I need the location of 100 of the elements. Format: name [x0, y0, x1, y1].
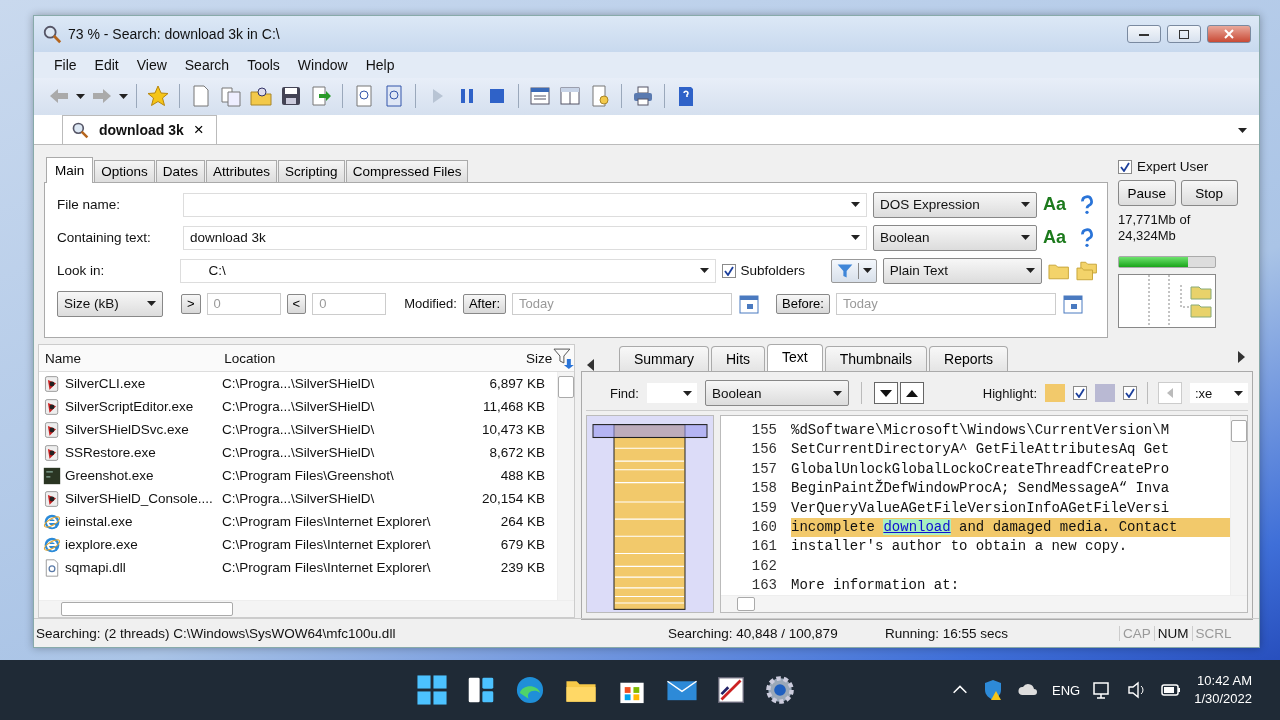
column-header[interactable]: Size [457, 350, 553, 366]
size-cell-text: 239 KB [499, 560, 545, 576]
checkbox[interactable] [1118, 159, 1132, 174]
menu-item[interactable]: Window [289, 55, 356, 76]
key-indicator: CAP [1119, 625, 1154, 641]
mode-dropdown[interactable]: DOS Expression [873, 191, 1037, 218]
scroll-left-icon[interactable] [587, 359, 595, 372]
calendar-icon[interactable] [738, 292, 760, 315]
criteria-tab[interactable]: Compressed Files [345, 160, 469, 183]
document-tab[interactable]: download 3k × [62, 115, 217, 145]
column-header[interactable]: Location [218, 350, 458, 366]
find-dropdown[interactable] [646, 383, 697, 404]
maximize-icon [1179, 29, 1189, 39]
menu-item[interactable]: Help [357, 55, 403, 76]
size-dropdown[interactable]: Size (kB) [57, 290, 163, 317]
greater-than-button[interactable]: > [181, 293, 201, 314]
text-line: BeginPaintŽDefWindowProcA; SendMessageA“ Inva [791, 478, 1171, 498]
criteria-tab[interactable]: Main [46, 157, 94, 184]
start-icon[interactable] [416, 674, 448, 706]
checkbox[interactable] [1123, 386, 1137, 401]
scrollbar[interactable] [721, 594, 1247, 612]
left-arrow-icon [1167, 388, 1173, 399]
checkbox[interactable] [1073, 386, 1087, 401]
size-cell-text: 20,154 KB [480, 491, 545, 507]
criteria-tab[interactable]: Scripting [278, 160, 345, 183]
key-indicator: SCRL [1191, 625, 1235, 641]
view-tab[interactable]: Summary [619, 346, 709, 372]
column-header[interactable]: Name [39, 350, 219, 366]
view-tab[interactable]: Text [767, 344, 823, 372]
type-dropdown[interactable]: Plain Text [882, 257, 1043, 284]
status-text: Searching: (2 threads) C:\Windows\SysWOW64\mfc100u.dll [35, 625, 397, 641]
text-line: GlobalUnlockGlobalLockoCreateThreadfCreatePro [791, 459, 1171, 479]
mode-dropdown[interactable]: Boolean [704, 380, 849, 407]
menu-item[interactable]: Edit [86, 55, 127, 76]
close-button[interactable] [1207, 25, 1251, 44]
color-swatch[interactable] [1095, 384, 1115, 403]
before-button[interactable]: Before: [776, 293, 830, 314]
minimize-button[interactable] [1127, 25, 1161, 44]
size-cell-text: 6,897 KB [488, 376, 545, 392]
extension-dropdown[interactable]: :xe [1190, 383, 1248, 404]
clock-time[interactable]: 10:42 AM [1197, 672, 1252, 690]
scrollbar[interactable] [39, 600, 574, 618]
text-field[interactable] [183, 192, 867, 217]
menu-item[interactable]: File [46, 55, 85, 76]
text-field[interactable]: download 3k [183, 225, 867, 250]
line-number: 160 [750, 519, 778, 536]
menu-item[interactable]: View [128, 55, 175, 76]
text-field[interactable]: C:\ [179, 258, 716, 283]
text-line: More information at: [791, 576, 961, 595]
status-text: Searching: 40,848 / 100,879 [667, 625, 839, 641]
location-cell-text: C:\Program Files\Internet Explorer\ [221, 560, 432, 576]
shield-app-icon [43, 489, 61, 508]
view-tab[interactable]: Reports [929, 346, 1009, 372]
date-field[interactable]: Today [835, 292, 1056, 315]
match-case-toggle[interactable]: Aa [1043, 227, 1071, 249]
scrollbar[interactable] [1230, 416, 1247, 595]
after-button[interactable]: After: [462, 293, 506, 314]
view-tab[interactable]: Thumbnails [824, 346, 928, 372]
criteria-tab[interactable]: Options [94, 160, 155, 183]
field-label: Modified: [404, 296, 457, 312]
color-swatch[interactable] [1045, 384, 1065, 403]
less-than-button[interactable]: < [286, 293, 307, 314]
line-number: 163 [750, 577, 778, 594]
menu-item[interactable]: Tools [239, 55, 288, 76]
file-name-cell: SilverCLI.exe [65, 376, 146, 392]
date-field[interactable]: Today [512, 292, 732, 315]
menu-item[interactable]: Search [176, 55, 238, 76]
shield-app-icon [43, 443, 61, 462]
next-hit-button[interactable] [873, 382, 898, 405]
maximize-button[interactable] [1167, 25, 1201, 44]
browser-wave-icon[interactable] [514, 674, 546, 706]
mode-dropdown[interactable]: Boolean [873, 224, 1037, 251]
shield-warning-icon[interactable] [982, 679, 1004, 701]
widgets-icon[interactable] [466, 675, 496, 705]
previous-hit-button[interactable] [899, 382, 924, 405]
view-tab[interactable]: Hits [710, 346, 766, 372]
tab-label: download 3k [99, 122, 184, 139]
text-line: installer's author to obtain a new copy. [791, 537, 1129, 556]
dropdown-arrow-icon [851, 202, 860, 208]
filter-dropdown[interactable] [830, 258, 877, 283]
gear-icon[interactable] [764, 674, 796, 706]
action-button[interactable]: Stop [1180, 180, 1238, 207]
checkbox[interactable] [721, 263, 736, 278]
file-name-cell: ieinstal.exe [65, 514, 133, 530]
location-cell-text: C:\Program Files\Greenshot\ [221, 468, 395, 484]
scrollbar[interactable] [557, 372, 574, 601]
match-case-toggle[interactable]: Aa [1043, 194, 1071, 216]
scroll-right-icon[interactable] [1237, 351, 1245, 364]
line-number: 157 [750, 460, 778, 477]
close-tab-button[interactable]: × [193, 120, 204, 141]
clock-date[interactable]: 1/30/2022 [1194, 690, 1252, 708]
paint-app-icon[interactable] [716, 675, 746, 705]
filter-sort-icon[interactable] [552, 347, 574, 370]
calendar-icon[interactable] [1061, 292, 1084, 315]
line-number: 158 [750, 480, 778, 497]
language-indicator[interactable]: ENG [1052, 682, 1081, 698]
criteria-tab[interactable]: Attributes [206, 160, 278, 183]
criteria-tab[interactable]: Dates [155, 160, 206, 183]
dropdown-arrow-icon [147, 301, 156, 307]
action-button[interactable]: Pause [1118, 180, 1176, 207]
